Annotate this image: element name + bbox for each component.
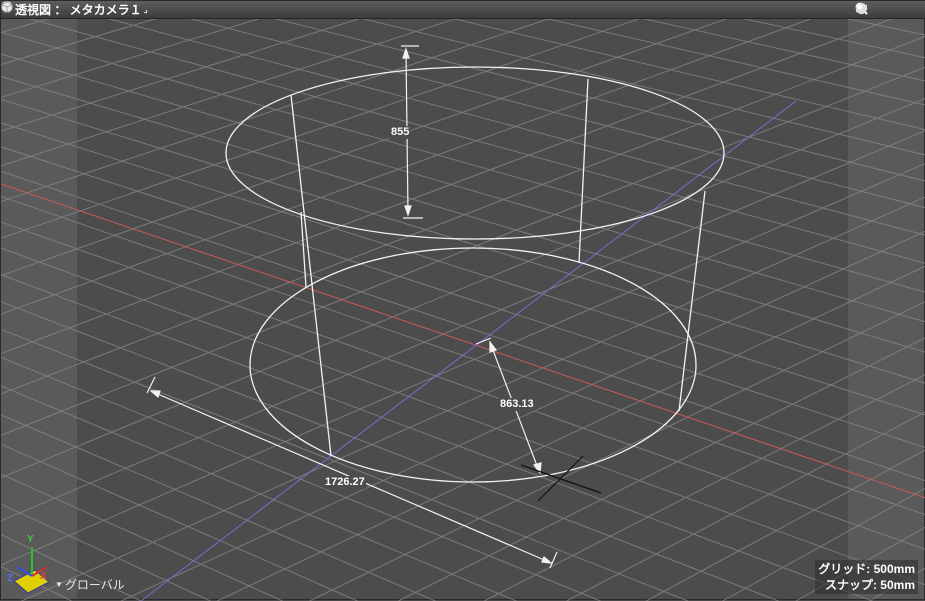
z-axis-line — [141, 101, 796, 601]
scene-canvas[interactable]: Y X Z — [1, 1, 925, 601]
z-axis-label: Z — [7, 573, 13, 584]
coordinate-system-label: グローバル — [65, 576, 125, 593]
coordinate-system-dropdown[interactable]: ▼ グローバル — [55, 576, 125, 593]
cylinder-bottom-ellipse — [250, 248, 696, 482]
radius-dimension-label[interactable]: 863.13 — [499, 398, 535, 411]
axis-gizmo: Y X Z — [7, 534, 49, 593]
chevron-down-icon: ▼ — [55, 580, 63, 589]
zoom-icon[interactable] — [891, 2, 906, 17]
sphere-icon[interactable] — [909, 2, 924, 17]
snap-size-text: スナップ: 50mm — [818, 577, 915, 593]
title-corner-mark: ⌟ — [144, 4, 148, 15]
viewport-title[interactable]: 透視図 ： メタカメラ１ — [15, 1, 142, 18]
x-axis-label: X — [40, 571, 47, 582]
perspective-viewport[interactable]: Y X Z 855 863.13 1726.27 透視図 ： メタカメラ１ ⌟ — [0, 0, 925, 600]
viewport-titlebar: 透視図 ： メタカメラ１ ⌟ — [1, 1, 925, 19]
ground-grid — [1, 1, 925, 601]
y-axis-label: Y — [27, 534, 34, 545]
cylinder-edge — [291, 95, 331, 456]
grid-snap-status: グリッド: 500mm スナップ: 50mm — [815, 560, 918, 594]
grid-size-text: グリッド: 500mm — [818, 561, 915, 577]
height-dimension-label[interactable]: 855 — [390, 126, 410, 139]
dimension-lines — [147, 46, 557, 568]
diameter-dimension-label[interactable]: 1726.27 — [324, 476, 366, 489]
rotate-icon[interactable] — [873, 2, 888, 17]
